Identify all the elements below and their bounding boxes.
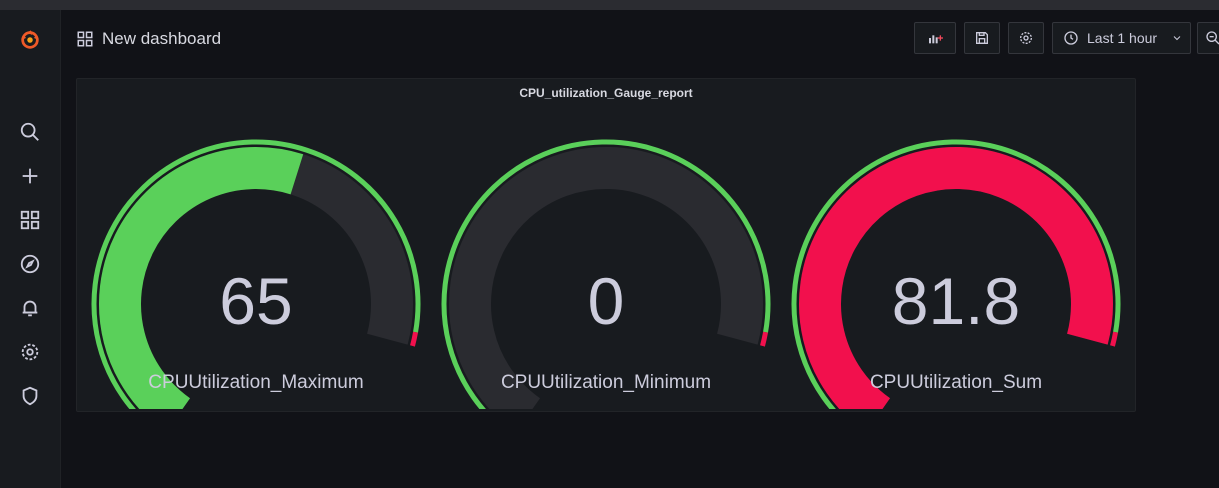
- chevron-down-icon: [1173, 36, 1181, 41]
- bell-icon[interactable]: [16, 294, 44, 322]
- time-range-label: Last 1 hour: [1087, 30, 1158, 46]
- grafana-logo-icon[interactable]: [16, 26, 44, 54]
- gauge-sum: 81.8 CPUUtilization_Sum: [781, 129, 1131, 409]
- dashboards-icon[interactable]: [16, 206, 44, 234]
- gear-icon: [1020, 32, 1032, 44]
- gauge-minimum: 0 CPUUtilization_Minimum: [431, 129, 781, 409]
- dashboard-settings-button[interactable]: [1008, 22, 1044, 54]
- dashboard-grid-icon: [77, 31, 93, 47]
- clock-icon: [1064, 31, 1078, 45]
- shield-icon[interactable]: [16, 382, 44, 410]
- dashboard-title-text: New dashboard: [102, 29, 222, 48]
- time-range-picker[interactable]: Last 1 hour: [1052, 22, 1191, 54]
- gauge-label: CPUUtilization_Sum: [869, 372, 1043, 393]
- plus-icon[interactable]: [16, 162, 44, 190]
- gauge-maximum: 65 CPUUtilization_Maximum: [81, 129, 431, 409]
- gauge-label: CPUUtilization_Minimum: [500, 372, 712, 393]
- search-icon[interactable]: [16, 118, 44, 146]
- sidebar: [0, 10, 61, 488]
- explore-icon[interactable]: [16, 250, 44, 278]
- gauge-value: 81.8: [891, 264, 1021, 338]
- zoom-out-icon: [1205, 31, 1219, 45]
- save-dashboard-button[interactable]: [964, 22, 1000, 54]
- add-panel-button[interactable]: [914, 22, 956, 54]
- dashboard-title[interactable]: New dashboard: [76, 26, 221, 52]
- zoom-out-button[interactable]: [1197, 22, 1219, 54]
- gauge-value: 65: [219, 264, 293, 338]
- panel-title[interactable]: CPU_utilization_Gauge_report: [77, 86, 1135, 100]
- gear-icon[interactable]: [16, 338, 44, 366]
- browser-strip: [0, 0, 1219, 10]
- gauge-value: 0: [587, 264, 625, 338]
- gauge-panel[interactable]: CPU_utilization_Gauge_report 65 CPUUtili…: [76, 78, 1136, 412]
- add-panel-icon: [929, 35, 943, 44]
- gauge-label: CPUUtilization_Maximum: [148, 372, 364, 393]
- save-icon: [976, 32, 988, 44]
